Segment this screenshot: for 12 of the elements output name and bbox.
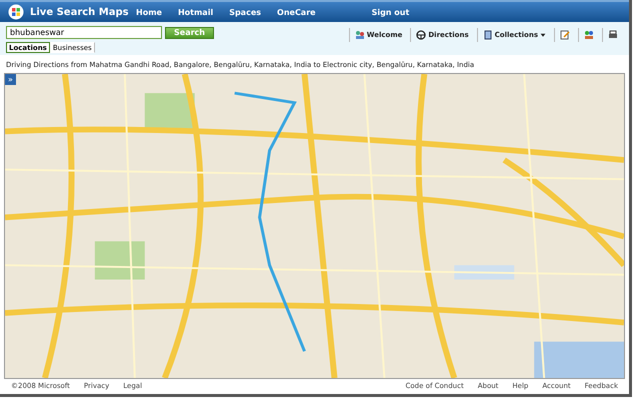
nav-link[interactable]: Sign out (372, 8, 410, 16)
windows-logo-icon (8, 4, 24, 20)
steering-wheel-icon (416, 30, 426, 40)
people-icon (354, 30, 365, 40)
brand-name: Live Search Maps (30, 6, 130, 18)
nav-link[interactable]: Spaces (229, 8, 262, 16)
nav-link[interactable]: OneCare (277, 8, 316, 16)
nav-link[interactable]: Home (136, 8, 162, 16)
nav-link[interactable]: Hotmail (178, 8, 214, 16)
search-field[interactable]: bhubaneswar (6, 26, 162, 39)
panel-toggle-button[interactable]: » (5, 74, 16, 85)
document-icon (482, 30, 493, 40)
